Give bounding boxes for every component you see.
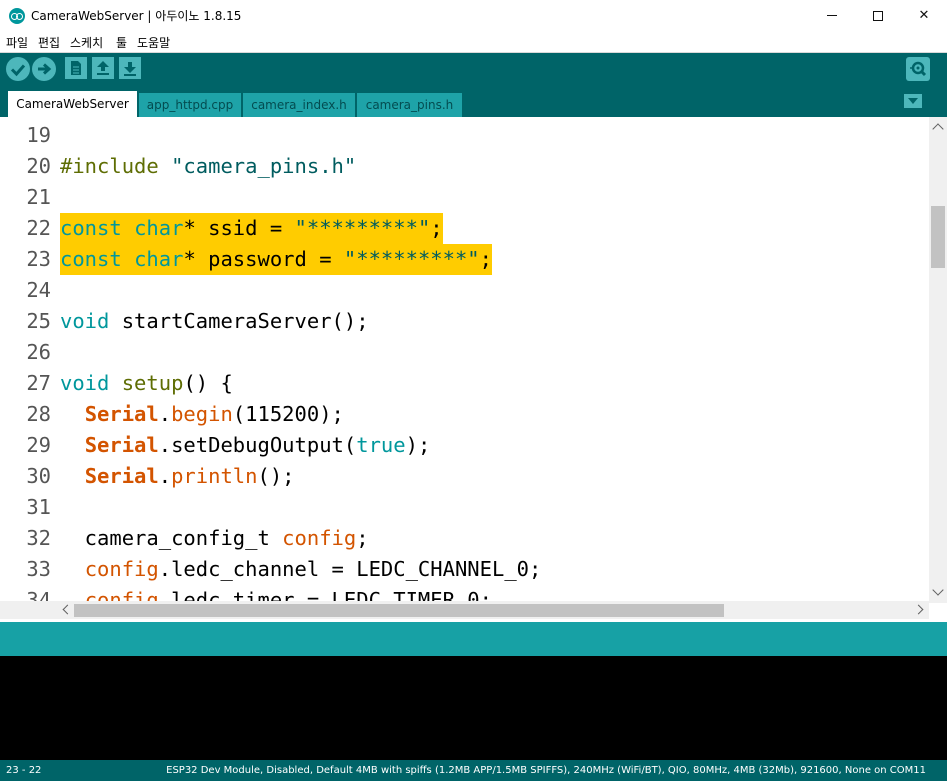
line-number: 33 — [26, 557, 51, 581]
tab-camerawebserver[interactable]: CameraWebServer — [8, 91, 137, 117]
serial-monitor-button[interactable] — [906, 57, 930, 81]
line-number: 24 — [26, 278, 51, 302]
line-number: 30 — [26, 464, 51, 488]
code-line[interactable]: 31 — [0, 492, 929, 523]
line-number: 25 — [26, 309, 51, 333]
code-line[interactable]: 28 Serial.begin(115200); — [0, 399, 929, 430]
line-number: 28 — [26, 402, 51, 426]
code-text: void startCameraServer(); — [60, 309, 369, 333]
scroll-left-icon[interactable] — [62, 604, 73, 615]
code-line[interactable]: 33 config.ledc_channel = LEDC_CHANNEL_0; — [0, 554, 929, 585]
scroll-right-icon[interactable] — [913, 604, 924, 615]
code-line[interactable]: 23 const char* password = "*********"; — [0, 244, 929, 275]
save-icon — [124, 62, 136, 76]
line-number: 23 — [26, 247, 51, 271]
tab-strip: CameraWebServer app_httpd.cpp camera_ind… — [0, 84, 947, 117]
board-info: ESP32 Dev Module, Disabled, Default 4MB … — [166, 765, 926, 776]
window-title: CameraWebServer | 아두이노 1.8.15 — [31, 9, 242, 23]
tab-camera-index[interactable]: camera_index.h — [243, 93, 355, 117]
code-text: void setup() { — [60, 371, 233, 395]
new-sketch-button[interactable] — [65, 57, 87, 79]
verify-button[interactable] — [6, 57, 30, 81]
code-line[interactable]: 24 — [0, 275, 929, 306]
open-sketch-button[interactable] — [92, 57, 114, 79]
menu-help[interactable]: 도움말 — [137, 34, 170, 51]
code-area[interactable]: 19 20 #include "camera_pins.h" 21 22 const ch… — [0, 117, 929, 603]
menu-sketch[interactable]: 스케치 — [70, 34, 103, 51]
menu-tools[interactable]: 툴 — [116, 34, 127, 51]
code-text: #include "camera_pins.h" — [60, 154, 357, 178]
highlighted-code-text: const char* ssid = "*********"; — [60, 213, 443, 244]
code-text: Serial.println(); — [84, 464, 295, 488]
upload-button[interactable] — [32, 57, 56, 81]
line-number: 22 — [26, 216, 51, 240]
close-button[interactable]: ✕ — [901, 0, 947, 31]
code-line[interactable]: 30 Serial.println(); — [0, 461, 929, 492]
tab-camera-pins[interactable]: camera_pins.h — [357, 93, 462, 117]
code-line[interactable]: 19 — [0, 120, 929, 151]
minimize-icon — [827, 15, 837, 16]
code-line[interactable]: 26 — [0, 337, 929, 368]
tab-menu-dropdown-icon[interactable] — [904, 94, 922, 108]
vertical-scrollbar[interactable] — [929, 117, 947, 603]
status-bar: 23 - 22 ESP32 Dev Module, Disabled, Defa… — [0, 760, 947, 781]
code-line[interactable]: 22 const char* ssid = "*********"; — [0, 213, 929, 244]
upload-icon — [38, 63, 52, 75]
code-line[interactable]: 29 Serial.setDebugOutput(true); — [0, 430, 929, 461]
menu-edit[interactable]: 편집 — [38, 34, 60, 51]
line-number: 31 — [26, 495, 51, 519]
maximize-button[interactable] — [855, 0, 901, 31]
tab-app-httpd[interactable]: app_httpd.cpp — [139, 93, 241, 117]
message-area — [0, 622, 947, 656]
maximize-icon — [873, 10, 883, 21]
verify-icon — [10, 64, 26, 77]
line-number: 26 — [26, 340, 51, 364]
scroll-up-icon[interactable] — [932, 123, 944, 135]
console-output[interactable] — [0, 656, 947, 760]
line-number: 21 — [26, 185, 51, 209]
vertical-scroll-thumb[interactable] — [931, 206, 945, 268]
code-editor[interactable]: 19 20 #include "camera_pins.h" 21 22 const ch… — [0, 117, 947, 622]
code-line[interactable]: 32 camera_config_t config; — [0, 523, 929, 554]
line-number: 27 — [26, 371, 51, 395]
cursor-position: 23 - 22 — [6, 765, 42, 776]
save-sketch-button[interactable] — [119, 57, 141, 79]
close-icon: ✕ — [918, 8, 930, 23]
line-number: 32 — [26, 526, 51, 550]
code-text: Serial.setDebugOutput(true); — [84, 433, 431, 457]
menu-bar: 파일 편집 스케치 툴 도움말 — [0, 31, 947, 53]
new-icon — [71, 61, 81, 75]
menu-file[interactable]: 파일 — [6, 34, 28, 51]
horizontal-scrollbar[interactable] — [0, 601, 929, 619]
title-bar: CameraWebServer | 아두이노 1.8.15 ✕ — [0, 0, 947, 31]
line-number: 29 — [26, 433, 51, 457]
toolbar — [0, 53, 947, 84]
minimize-button[interactable] — [809, 0, 855, 31]
highlighted-code-text: const char* password = "*********"; — [60, 244, 492, 275]
scroll-down-icon[interactable] — [932, 584, 944, 596]
code-text: camera_config_t config; — [60, 526, 369, 550]
arduino-logo-icon — [9, 8, 25, 24]
code-line[interactable]: 21 — [0, 182, 929, 213]
serial-monitor-icon — [910, 61, 927, 77]
line-number: 20 — [26, 154, 51, 178]
code-line[interactable]: 25 void startCameraServer(); — [0, 306, 929, 337]
open-icon — [97, 61, 109, 75]
code-line[interactable]: 27 void setup() { — [0, 368, 929, 399]
code-text: Serial.begin(115200); — [84, 402, 344, 426]
code-line[interactable]: 20 #include "camera_pins.h" — [0, 151, 929, 182]
line-number: 19 — [26, 123, 51, 147]
code-text: config.ledc_channel = LEDC_CHANNEL_0; — [84, 557, 542, 581]
horizontal-scroll-thumb[interactable] — [74, 604, 724, 617]
